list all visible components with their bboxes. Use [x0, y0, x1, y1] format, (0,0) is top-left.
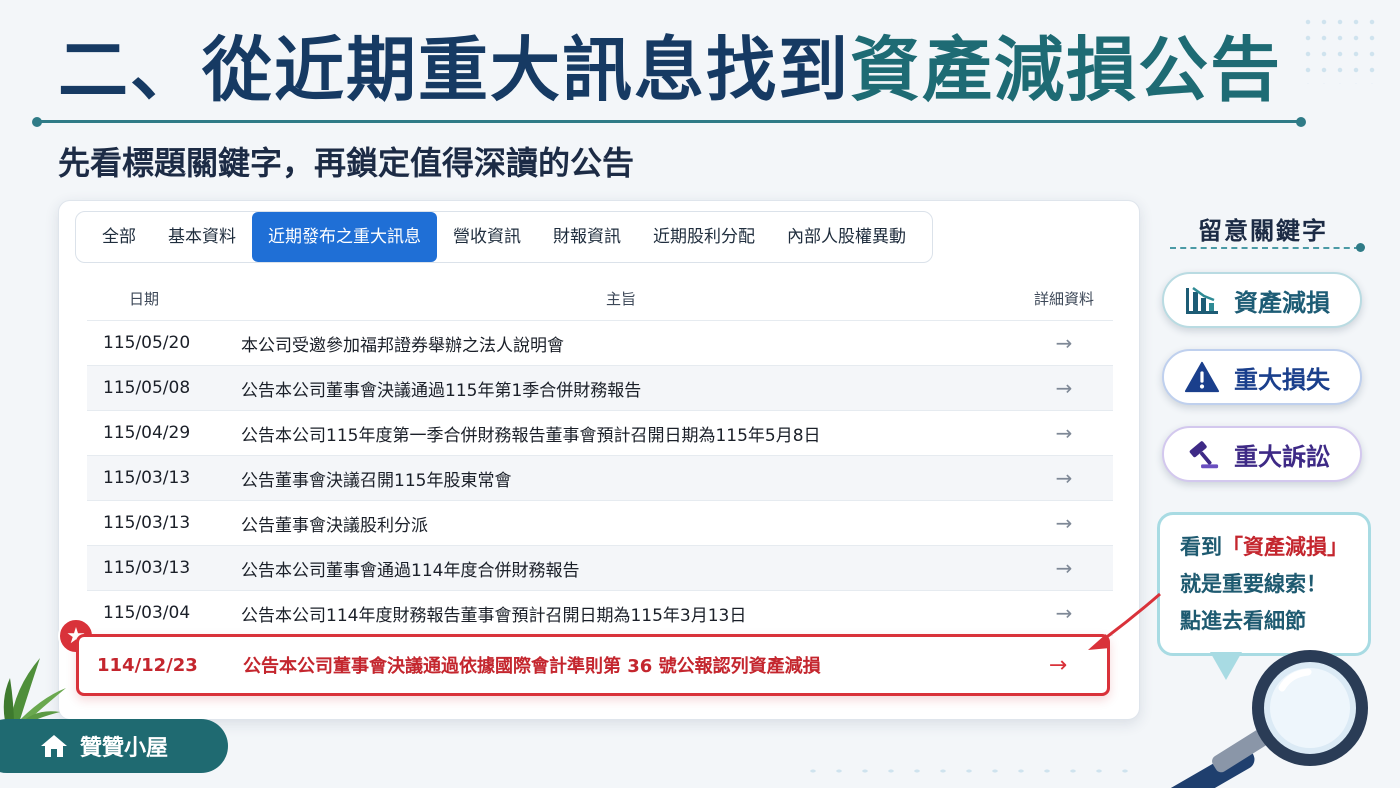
tab-bar: 全部 基本資料 近期發布之重大訊息 營收資訊 財報資訊 近期股利分配 內部人股權…: [75, 211, 933, 263]
row-subject: 公告本公司董事會決議通過115年第1季合併財務報告: [241, 380, 642, 401]
row-subject: 本公司受邀參加福邦證券舉辦之法人說明會: [241, 335, 564, 356]
row-date: 115/03/13: [103, 468, 191, 488]
callout-line2: 就是重要線索！: [1180, 572, 1327, 596]
row-subject: 公告本公司115年度第一季合併財務報告董事會預計召開日期為115年5月8日: [241, 425, 821, 446]
header-detail: 詳細資料: [1033, 290, 1094, 308]
tab-revenue[interactable]: 營收資訊: [437, 211, 537, 263]
brand-label: 贊贊小屋: [80, 736, 169, 761]
tab-all[interactable]: 全部: [86, 211, 152, 263]
arrow-right-icon[interactable]: →: [1056, 511, 1073, 535]
table-row[interactable]: 115/05/20 本公司受邀參加福邦證券舉辦之法人說明會 →: [87, 321, 1113, 366]
tab-recent-material-news[interactable]: 近期發布之重大訊息: [252, 212, 437, 262]
keyword-major-litigation: 重大訴訟: [1162, 426, 1362, 482]
row-date: 115/05/20: [103, 333, 191, 353]
highlight-subject: 公告本公司董事會決議通過依據國際會計準則第 36 號公報認列資產減損: [243, 656, 821, 677]
row-subject: 公告董事會決議召開115年股東常會: [241, 470, 512, 491]
table-row[interactable]: 115/03/13 公告本公司董事會通過114年度合併財務報告 →: [87, 546, 1113, 591]
table-row[interactable]: 115/03/04 公告本公司114年度財務報告董事會預計召開日期為115年3月1…: [87, 591, 1113, 636]
row-date: 115/03/04: [103, 603, 191, 623]
keyword-label: 重大訴訟: [1234, 442, 1330, 471]
keyword-label: 資產減損: [1234, 288, 1330, 317]
header-subject: 主旨: [605, 290, 636, 308]
page-title: 二、從近期重大訊息找到資產減損公告: [58, 28, 1282, 112]
row-date: 115/03/13: [103, 558, 191, 578]
plant-decoration: [3, 658, 66, 726]
keywords-divider: [1170, 247, 1360, 249]
highlighted-table-row[interactable]: 114/12/23 公告本公司董事會決議通過依據國際會計準則第 36 號公報認列…: [76, 634, 1110, 696]
callout-line1-prefix: 看到: [1180, 535, 1222, 559]
table-row[interactable]: 115/03/13 公告董事會決議召開115年股東常會 →: [87, 456, 1113, 501]
title-divider: [36, 120, 1302, 123]
divider-dot-right: [1296, 117, 1306, 127]
keyword-major-loss: 重大損失: [1162, 349, 1362, 405]
keyword-label: 重大損失: [1234, 365, 1330, 394]
tab-dividend[interactable]: 近期股利分配: [637, 211, 771, 263]
keywords-title: 留意關鍵字: [1198, 217, 1328, 245]
arrow-right-icon[interactable]: →: [1056, 331, 1073, 355]
announcement-table: 日期 主旨 詳細資料 115/05/20 本公司受邀參加福邦證券舉辦之法人說明會 →…: [87, 277, 1113, 636]
arrow-right-icon[interactable]: →: [1049, 653, 1067, 678]
home-icon: [40, 733, 68, 759]
magnifier-icon: [1155, 650, 1368, 788]
callout-bubble: 看到「資產減損」 就是重要線索！ 點進去看細節: [1157, 512, 1371, 656]
decor-dots-bottom: [800, 764, 1140, 778]
table-row[interactable]: 115/05/08 公告本公司董事會決議通過115年第1季合併財務報告 →: [87, 366, 1113, 411]
table-header: 日期 主旨 詳細資料: [87, 277, 1113, 321]
table-row[interactable]: 115/04/29 公告本公司115年度第一季合併財務報告董事會預計召開日期為11…: [87, 411, 1113, 456]
keyword-asset-impairment: 資產減損: [1162, 272, 1362, 328]
gavel-icon: [1184, 436, 1220, 472]
callout-highlight: 「資產減損」: [1222, 535, 1348, 559]
divider-dot-left: [32, 117, 42, 127]
decor-dots-top: [1300, 14, 1380, 84]
row-date: 115/04/29: [103, 423, 191, 443]
row-subject: 公告本公司董事會通過114年度合併財務報告: [241, 560, 580, 581]
page-subtitle: 先看標題關鍵字，再鎖定值得深讀的公告: [58, 144, 635, 182]
arrow-right-icon[interactable]: →: [1056, 376, 1073, 400]
keywords-divider-dot: [1356, 243, 1365, 252]
arrow-right-icon[interactable]: →: [1056, 556, 1073, 580]
tab-basic-info[interactable]: 基本資料: [152, 211, 252, 263]
tab-financial-report[interactable]: 財報資訊: [537, 211, 637, 263]
brand-badge: 贊贊小屋: [0, 719, 228, 773]
row-date: 115/03/13: [103, 513, 191, 533]
arrow-right-icon[interactable]: →: [1056, 421, 1073, 445]
row-date: 115/05/08: [103, 378, 191, 398]
arrow-right-icon[interactable]: →: [1056, 466, 1073, 490]
tab-insider-holdings[interactable]: 內部人股權異動: [771, 211, 922, 263]
arrow-right-icon[interactable]: →: [1056, 601, 1073, 625]
callout-line3: 點進去看細節: [1180, 609, 1306, 633]
title-part-1: 二、從近期重大訊息找到: [58, 29, 850, 111]
warning-icon: [1184, 359, 1220, 395]
bar-chart-down-icon: [1184, 282, 1220, 318]
row-subject: 公告本公司114年度財務報告董事會預計召開日期為115年3月13日: [241, 605, 747, 626]
header-date: 日期: [129, 290, 160, 308]
highlight-date: 114/12/23: [97, 654, 198, 676]
row-subject: 公告董事會決議股利分派: [241, 515, 428, 536]
title-part-2: 資產減損公告: [850, 29, 1282, 111]
table-row[interactable]: 115/03/13 公告董事會決議股利分派 →: [87, 501, 1113, 546]
